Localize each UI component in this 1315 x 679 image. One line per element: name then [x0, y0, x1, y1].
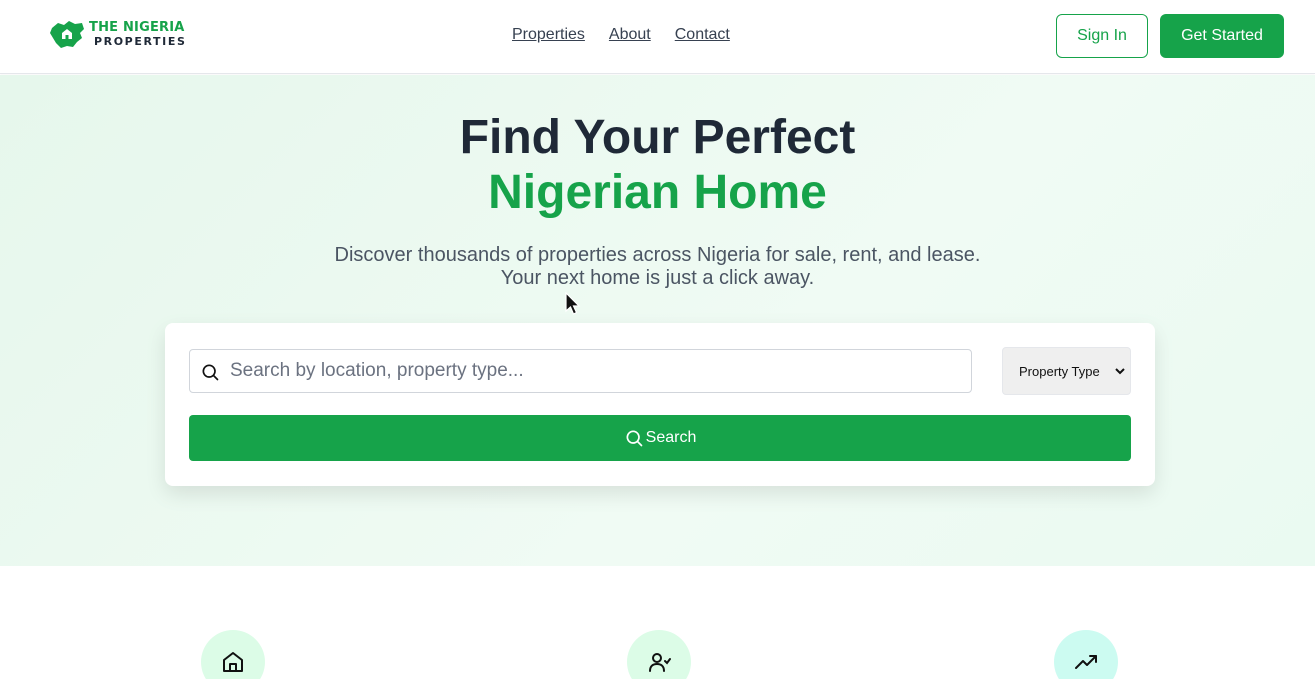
hero-title-line2: Nigerian Home	[488, 166, 827, 219]
feature-properties	[201, 630, 265, 679]
logo-text-line1: THE NIGERIA	[89, 20, 185, 35]
user-icon	[649, 653, 671, 672]
trending-up-icon	[1075, 655, 1097, 669]
mouse-cursor-icon	[565, 292, 581, 315]
property-type-select[interactable]: Property Type	[1002, 347, 1131, 395]
search-button-label: Search	[645, 429, 697, 446]
main-nav: Properties About Contact	[512, 26, 730, 44]
search-input[interactable]	[230, 350, 965, 392]
logo-text-line2: PROPERTIES	[94, 35, 187, 48]
nav-link-properties[interactable]: Properties	[512, 26, 585, 44]
get-started-button[interactable]: Get Started	[1160, 14, 1284, 58]
search-icon	[626, 430, 642, 447]
nav-link-about[interactable]: About	[609, 26, 651, 44]
hero-subtitle-line1: Discover thousands of properties across …	[334, 244, 981, 266]
chevron-down-icon	[1115, 368, 1125, 375]
search-icon	[202, 364, 219, 381]
property-type-selected-label: Property Type	[1019, 364, 1100, 379]
hero-title-line1: Find Your Perfect	[459, 111, 856, 164]
home-icon	[223, 652, 243, 672]
search-field[interactable]	[189, 349, 972, 393]
sign-in-button[interactable]: Sign In	[1056, 14, 1148, 58]
search-card: Property Type Search	[165, 323, 1155, 486]
hero-subtitle-line2: Your next home is just a click away.	[500, 267, 815, 289]
site-logo[interactable]: THE NIGERIA PROPERTIES	[49, 19, 186, 49]
search-button[interactable]: Search	[189, 415, 1131, 461]
nigeria-map-logo-icon	[50, 21, 84, 48]
feature-agents	[627, 630, 691, 679]
nav-link-contact[interactable]: Contact	[675, 26, 730, 44]
feature-investment	[1054, 630, 1118, 679]
site-header: THE NIGERIA PROPERTIES Properties About …	[0, 0, 1315, 74]
hero-section: Find Your Perfect Nigerian Home Discover…	[0, 75, 1315, 566]
